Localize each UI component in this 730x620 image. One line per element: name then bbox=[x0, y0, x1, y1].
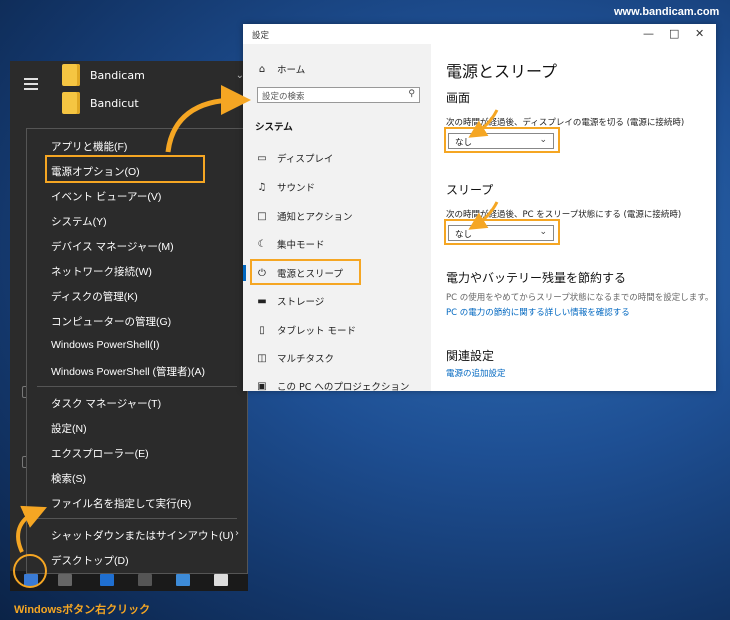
winx-context-menu: アプリと機能(F) 電源オプション(O) イベント ビューアー(V) システム(… bbox=[26, 128, 248, 574]
nav-item-tablet[interactable]: ▯ タブレット モード bbox=[255, 323, 357, 338]
title-bar: 設定 — □ ✕ bbox=[243, 24, 716, 44]
menu-item-apps-features[interactable]: アプリと機能(F) bbox=[51, 139, 127, 154]
nav-label: タブレット モード bbox=[277, 326, 357, 337]
moon-icon: ☾ bbox=[257, 238, 267, 250]
highlight-start-button bbox=[13, 554, 47, 588]
sleep-heading: スリープ bbox=[446, 183, 494, 197]
nav-label: 集中モード bbox=[277, 240, 325, 251]
notification-icon: □ bbox=[257, 210, 267, 222]
tablet-icon: ▯ bbox=[259, 324, 265, 336]
nav-label: この PC へのプロジェクション bbox=[277, 382, 410, 393]
search-placeholder: 設定の検索 bbox=[262, 92, 305, 102]
save-power-heading: 電力やバッテリー残量を節約する bbox=[446, 271, 627, 285]
app-item-bandicut[interactable]: Bandicut bbox=[62, 90, 248, 116]
page-title: 電源とスリープ bbox=[446, 62, 558, 81]
settings-content-pane: 電源とスリープ 画面 次の時間が経過後、ディスプレイの電源を切る (電源に接続時… bbox=[431, 44, 716, 391]
instruction-caption: Windowsボタン右クリック bbox=[14, 604, 151, 616]
folder-icon bbox=[62, 64, 80, 86]
edge-icon[interactable] bbox=[100, 574, 114, 586]
watermark: www.bandicam.com bbox=[614, 6, 720, 18]
display-icon: ▭ bbox=[257, 152, 267, 164]
nav-home-label: ホーム bbox=[277, 65, 306, 76]
folder-icon bbox=[62, 92, 80, 114]
storage-icon: ▬ bbox=[257, 295, 267, 307]
search-taskbar-icon[interactable] bbox=[58, 574, 72, 586]
menu-item-network[interactable]: ネットワーク接続(W) bbox=[51, 264, 152, 279]
menu-item-task-manager[interactable]: タスク マネージャー(T) bbox=[51, 396, 161, 411]
menu-item-desktop[interactable]: デスクトップ(D) bbox=[51, 553, 129, 568]
sound-icon: ♫ bbox=[257, 181, 267, 193]
menu-item-powershell-admin[interactable]: Windows PowerShell (管理者)(A) bbox=[51, 364, 205, 379]
nav-item-focus[interactable]: ☾ 集中モード bbox=[255, 237, 325, 252]
power-info-link[interactable]: PC の電力の節約に関する詳しい情報を確認する bbox=[446, 306, 630, 318]
settings-window: 設定 — □ ✕ ⌂ ホーム 設定の検索 ⚲ システム ▭ ディスプレイ ♫ サ… bbox=[243, 24, 716, 394]
nav-item-projection[interactable]: ▣ この PC へのプロジェクション bbox=[255, 379, 410, 394]
nav-label: 通知とアクション bbox=[277, 212, 353, 223]
menu-item-run[interactable]: ファイル名を指定して実行(R) bbox=[51, 496, 191, 511]
nav-label: サウンド bbox=[277, 183, 316, 194]
highlight-power-options bbox=[45, 155, 205, 183]
mail-icon[interactable] bbox=[176, 574, 190, 586]
menu-item-computer-management[interactable]: コンピューターの管理(G) bbox=[51, 314, 171, 329]
additional-power-settings-link[interactable]: 電源の追加設定 bbox=[446, 367, 506, 379]
menu-item-device-manager[interactable]: デバイス マネージャー(M) bbox=[51, 239, 174, 254]
active-indicator bbox=[243, 265, 246, 281]
nav-item-notifications[interactable]: □ 通知とアクション bbox=[255, 209, 353, 224]
window-title: 設定 bbox=[252, 31, 270, 41]
highlight-screen-dropdown bbox=[444, 127, 560, 153]
menu-divider bbox=[37, 386, 237, 387]
app-label: Bandicam bbox=[90, 68, 145, 82]
highlight-power-sleep bbox=[250, 259, 361, 285]
menu-item-explorer[interactable]: エクスプローラー(E) bbox=[51, 446, 149, 461]
menu-item-event-viewer[interactable]: イベント ビューアー(V) bbox=[51, 189, 161, 204]
nav-item-multitask[interactable]: ◫ マルチタスク bbox=[255, 351, 335, 366]
nav-item-display[interactable]: ▭ ディスプレイ bbox=[255, 151, 334, 166]
section-label: システム bbox=[255, 122, 293, 133]
menu-item-settings[interactable]: 設定(N) bbox=[51, 421, 87, 436]
nav-item-sound[interactable]: ♫ サウンド bbox=[255, 180, 316, 195]
menu-item-shutdown[interactable]: シャットダウンまたはサインアウト(U) bbox=[51, 528, 234, 543]
nav-item-storage[interactable]: ▬ ストレージ bbox=[255, 294, 325, 309]
settings-nav-pane: ⌂ ホーム 設定の検索 ⚲ システム ▭ ディスプレイ ♫ サウンド □ 通知と… bbox=[243, 44, 431, 394]
settings-search-input[interactable]: 設定の検索 ⚲ bbox=[257, 87, 420, 103]
maximize-icon[interactable]: □ bbox=[669, 27, 679, 40]
nav-home[interactable]: ⌂ ホーム bbox=[255, 62, 306, 77]
nav-label: ストレージ bbox=[277, 297, 325, 308]
multitask-icon: ◫ bbox=[257, 352, 267, 364]
calendar-icon[interactable] bbox=[214, 574, 228, 586]
menu-item-powershell[interactable]: Windows PowerShell(I) bbox=[51, 339, 160, 351]
menu-item-disk-management[interactable]: ディスクの管理(K) bbox=[51, 289, 138, 304]
app-label: Bandicut bbox=[90, 96, 139, 110]
store-icon[interactable] bbox=[138, 574, 152, 586]
home-icon: ⌂ bbox=[258, 63, 266, 75]
save-power-desc: PC の使用をやめてからスリープ状態になるまでの時間を設定します。 bbox=[446, 293, 714, 303]
app-item-bandicam[interactable]: Bandicam ⌄ bbox=[62, 62, 248, 88]
highlight-sleep-dropdown bbox=[444, 219, 560, 245]
related-heading: 関連設定 bbox=[446, 349, 495, 363]
menu-item-search[interactable]: 検索(S) bbox=[51, 471, 86, 486]
nav-label: ディスプレイ bbox=[277, 154, 334, 165]
menu-item-system[interactable]: システム(Y) bbox=[51, 214, 107, 229]
minimize-icon[interactable]: — bbox=[643, 27, 654, 40]
chevron-right-icon: › bbox=[235, 528, 239, 539]
hamburger-icon[interactable] bbox=[24, 75, 38, 93]
search-icon: ⚲ bbox=[408, 89, 415, 99]
projection-icon: ▣ bbox=[257, 380, 267, 392]
close-icon[interactable]: ✕ bbox=[695, 27, 704, 40]
screen-heading: 画面 bbox=[446, 91, 471, 105]
nav-label: マルチタスク bbox=[277, 354, 335, 365]
menu-divider bbox=[37, 518, 237, 519]
